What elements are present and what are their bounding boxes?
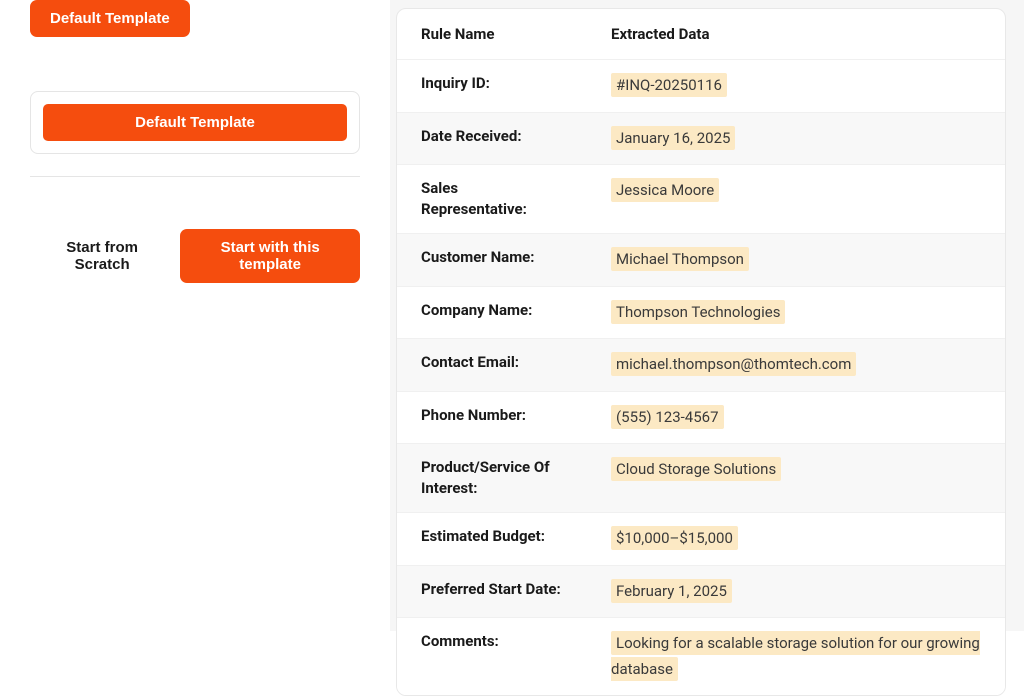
table-row: Customer Name: Michael Thompson [397, 234, 1005, 287]
table-row: Date Received: January 16, 2025 [397, 112, 1005, 165]
extracted-value: January 16, 2025 [611, 126, 735, 150]
template-card: Default Template [30, 91, 360, 154]
right-panel: Rule Name Extracted Data Inquiry ID: #INQ… [390, 0, 1024, 631]
rule-name-cell: Product/Service Of Interest: [397, 444, 587, 513]
table-row: Contact Email: michael.thompson@thomtech.… [397, 339, 1005, 392]
extracted-value: $10,000–$15,000 [611, 526, 738, 550]
table-row: Sales Representative: Jessica Moore [397, 165, 1005, 234]
table-row: Estimated Budget: $10,000–$15,000 [397, 513, 1005, 566]
rule-name-cell: Inquiry ID: [397, 60, 587, 113]
extracted-data-cell: Jessica Moore [587, 165, 1005, 234]
table-header-extracted: Extracted Data [587, 9, 1005, 60]
extracted-value: Cloud Storage Solutions [611, 457, 781, 481]
rule-name-cell: Sales Representative: [397, 165, 587, 234]
start-from-scratch-button[interactable]: Start from Scratch [42, 239, 162, 273]
rule-name-cell: Customer Name: [397, 234, 587, 287]
extracted-data-cell: Michael Thompson [587, 234, 1005, 287]
extracted-data-table: Rule Name Extracted Data Inquiry ID: #INQ… [396, 8, 1006, 696]
table-row: Product/Service Of Interest: Cloud Storag… [397, 444, 1005, 513]
default-template-button[interactable]: Default Template [30, 0, 190, 37]
rule-name-cell: Phone Number: [397, 391, 587, 444]
rule-name-cell: Comments: [397, 618, 587, 696]
divider [30, 176, 360, 177]
extracted-value: Michael Thompson [611, 247, 749, 271]
table-row: Company Name: Thompson Technologies [397, 286, 1005, 339]
rule-name-cell: Estimated Budget: [397, 513, 587, 566]
action-row: Start from Scratch Start with this templ… [30, 229, 360, 283]
rule-name-cell: Preferred Start Date: [397, 565, 587, 618]
rule-name-cell: Contact Email: [397, 339, 587, 392]
extracted-value: michael.thompson@thomtech.com [611, 352, 856, 376]
extracted-data-cell: Cloud Storage Solutions [587, 444, 1005, 513]
table-header-rule: Rule Name [397, 9, 587, 60]
extracted-data-cell: February 1, 2025 [587, 565, 1005, 618]
table-row: Comments: Looking for a scalable storage… [397, 618, 1005, 696]
extracted-data-cell: Thompson Technologies [587, 286, 1005, 339]
extracted-value: February 1, 2025 [611, 579, 732, 603]
extracted-data-cell: Looking for a scalable storage solution … [587, 618, 1005, 696]
extracted-value: Looking for a scalable storage solution … [611, 631, 980, 681]
extracted-data-cell: michael.thompson@thomtech.com [587, 339, 1005, 392]
extracted-data-cell: (555) 123-4567 [587, 391, 1005, 444]
left-panel: Default Template Default Template Start … [0, 0, 390, 631]
table-row: Preferred Start Date: February 1, 2025 [397, 565, 1005, 618]
start-with-template-button[interactable]: Start with this template [180, 229, 360, 283]
rule-name-cell: Company Name: [397, 286, 587, 339]
extracted-value: Thompson Technologies [611, 300, 785, 324]
extracted-value: Jessica Moore [611, 178, 719, 202]
table-row: Phone Number: (555) 123-4567 [397, 391, 1005, 444]
rule-name-cell: Date Received: [397, 112, 587, 165]
template-card-button[interactable]: Default Template [43, 104, 347, 141]
extracted-data-cell: #INQ-20250116 [587, 60, 1005, 113]
extracted-data-cell: January 16, 2025 [587, 112, 1005, 165]
extracted-value: (555) 123-4567 [611, 405, 724, 429]
extracted-data-cell: $10,000–$15,000 [587, 513, 1005, 566]
extracted-value: #INQ-20250116 [611, 73, 727, 97]
table-row: Inquiry ID: #INQ-20250116 [397, 60, 1005, 113]
